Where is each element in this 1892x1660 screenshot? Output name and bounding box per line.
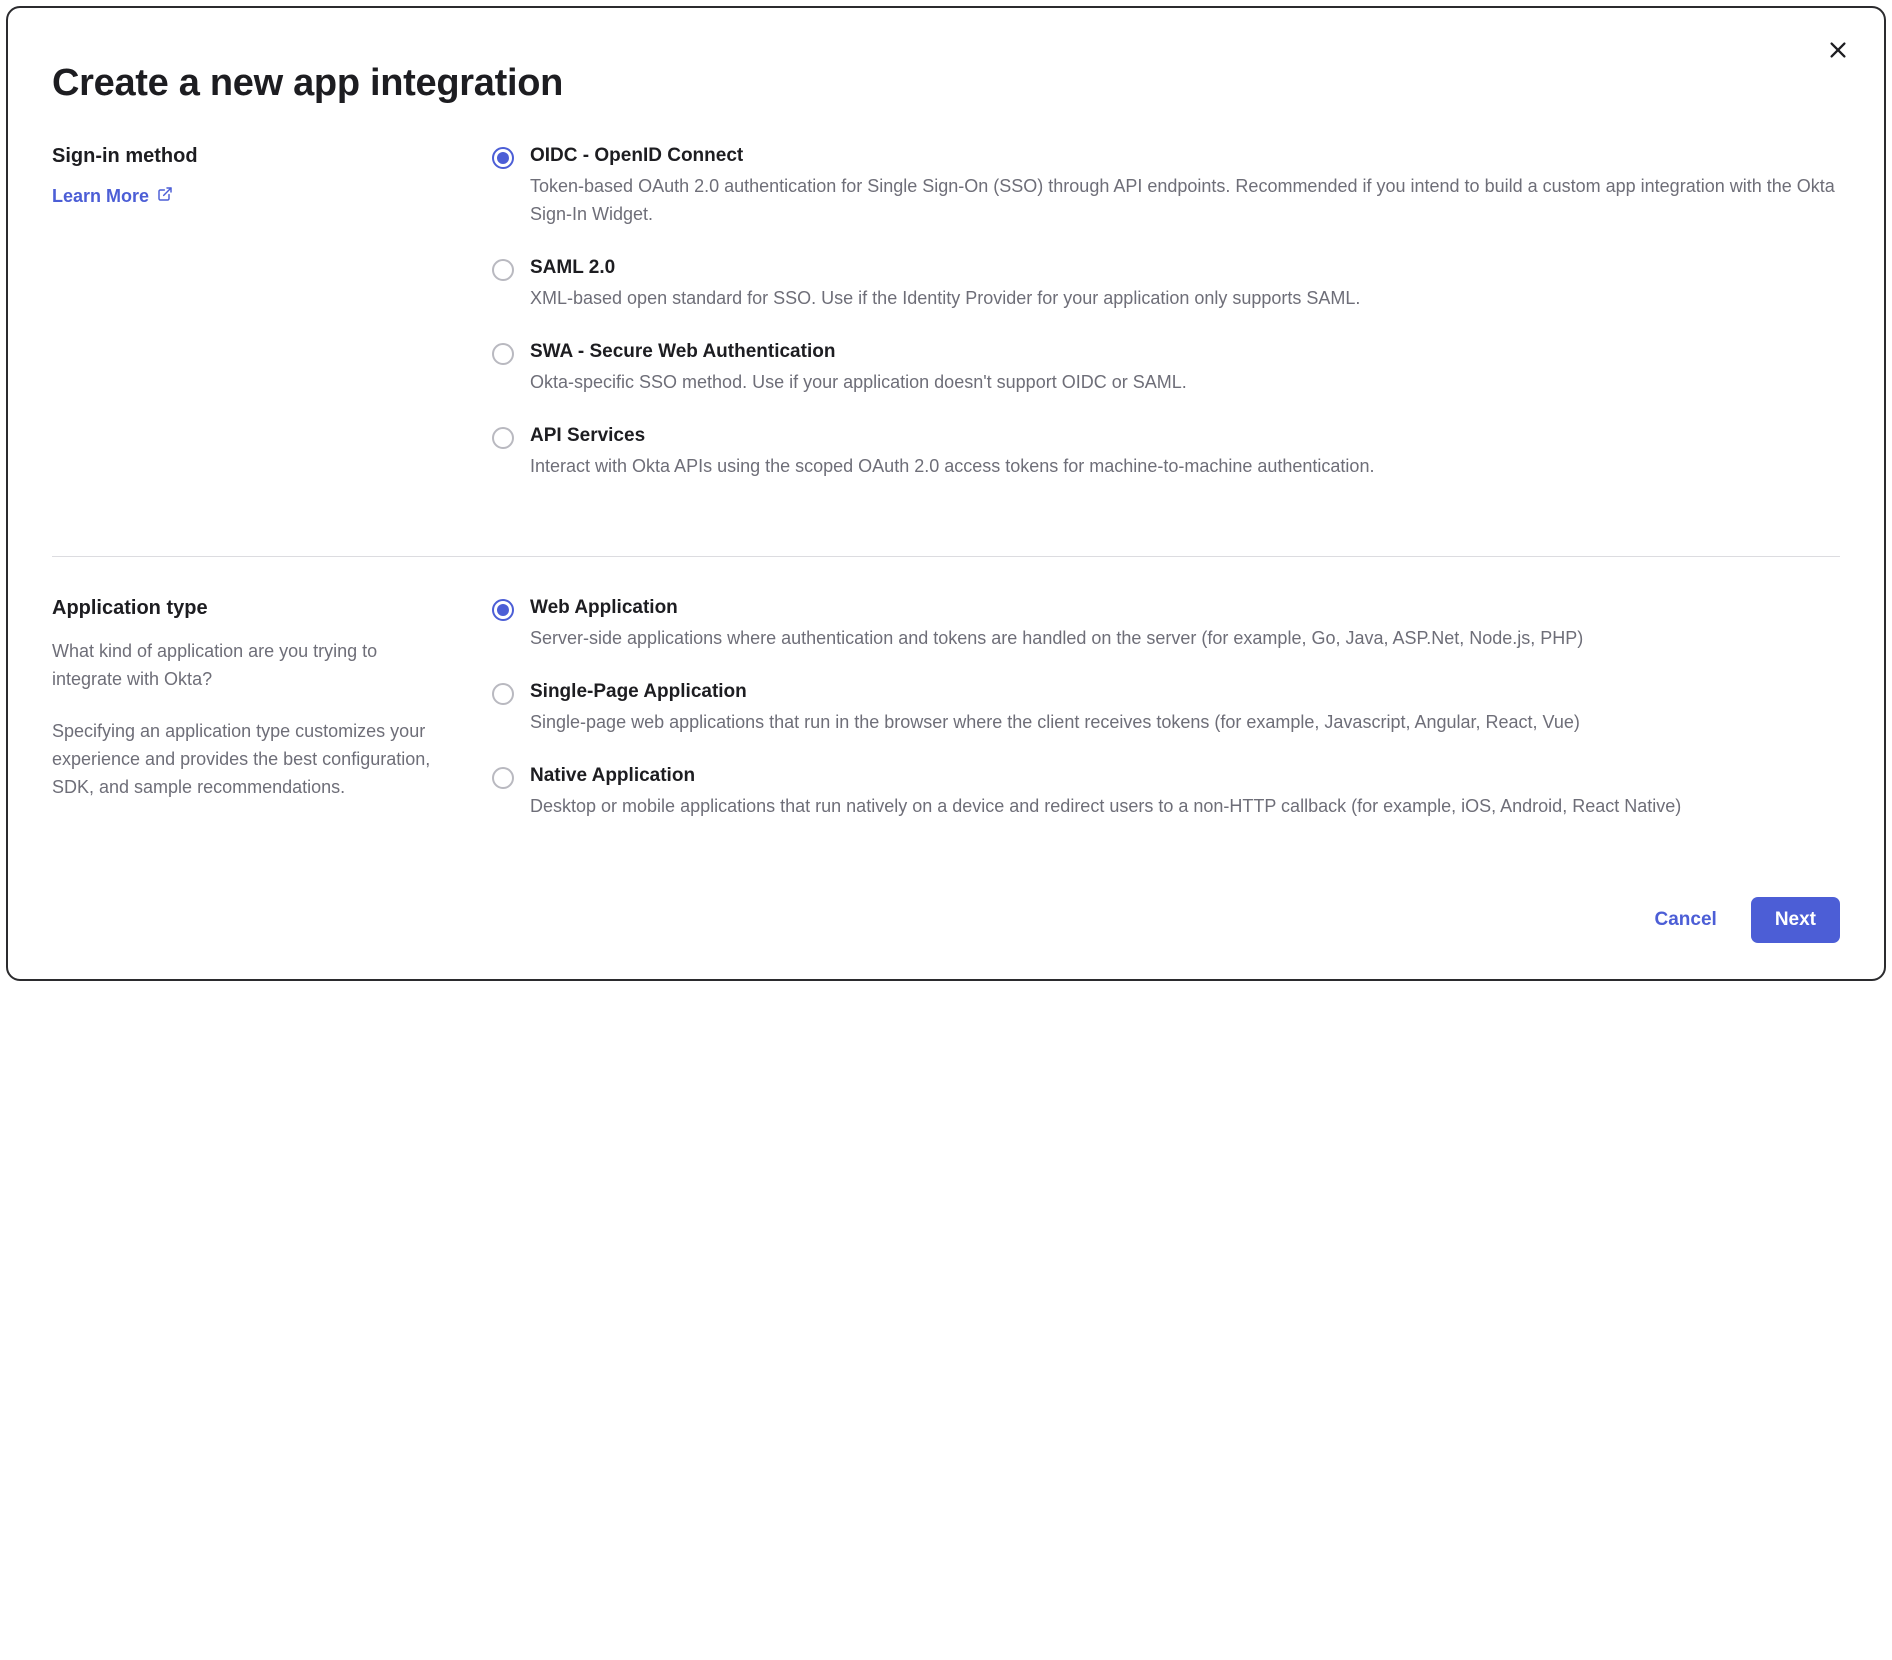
application-type-help-1: What kind of application are you trying … (52, 638, 452, 694)
app-type-option-web[interactable]: Web Application Server-side applications… (492, 597, 1840, 653)
create-app-integration-modal: Create a new app integration Sign-in met… (6, 6, 1886, 981)
radio-icon (492, 147, 514, 169)
option-description: Okta-specific SSO method. Use if your ap… (530, 369, 1840, 397)
section-divider (52, 556, 1840, 557)
option-description: Server-side applications where authentic… (530, 625, 1840, 653)
option-title: SWA - Secure Web Authentication (530, 341, 1840, 363)
app-type-option-spa[interactable]: Single-Page Application Single-page web … (492, 681, 1840, 737)
option-title: Web Application (530, 597, 1840, 619)
sign-in-option-saml[interactable]: SAML 2.0 XML-based open standard for SSO… (492, 257, 1840, 313)
sign-in-option-api-services[interactable]: API Services Interact with Okta APIs usi… (492, 425, 1840, 481)
modal-title: Create a new app integration (52, 62, 1840, 105)
radio-icon (492, 599, 514, 621)
option-description: XML-based open standard for SSO. Use if … (530, 285, 1840, 313)
sign-in-option-oidc[interactable]: OIDC - OpenID Connect Token-based OAuth … (492, 145, 1840, 229)
close-button[interactable] (1820, 34, 1856, 70)
application-type-options: Web Application Server-side applications… (492, 597, 1840, 849)
sign-in-method-options: OIDC - OpenID Connect Token-based OAuth … (492, 145, 1840, 508)
next-button[interactable]: Next (1751, 897, 1840, 943)
sign-in-option-swa[interactable]: SWA - Secure Web Authentication Okta-spe… (492, 341, 1840, 397)
sign-in-method-section: Sign-in method Learn More OIDC - OpenID … (52, 145, 1840, 508)
radio-icon (492, 683, 514, 705)
cancel-button[interactable]: Cancel (1649, 899, 1723, 941)
option-description: Desktop or mobile applications that run … (530, 793, 1840, 821)
option-title: Native Application (530, 765, 1840, 787)
radio-icon (492, 427, 514, 449)
radio-icon (492, 259, 514, 281)
option-title: API Services (530, 425, 1840, 447)
option-description: Interact with Okta APIs using the scoped… (530, 453, 1840, 481)
sign-in-method-heading: Sign-in method (52, 145, 452, 168)
learn-more-label: Learn More (52, 186, 149, 207)
app-type-option-native[interactable]: Native Application Desktop or mobile app… (492, 765, 1840, 821)
radio-icon (492, 343, 514, 365)
close-icon (1827, 39, 1849, 66)
application-type-heading: Application type (52, 597, 452, 620)
option-description: Token-based OAuth 2.0 authentication for… (530, 173, 1840, 229)
option-title: OIDC - OpenID Connect (530, 145, 1840, 167)
option-title: SAML 2.0 (530, 257, 1840, 279)
external-link-icon (157, 186, 173, 207)
application-type-help-2: Specifying an application type customize… (52, 718, 452, 802)
option-title: Single-Page Application (530, 681, 1840, 703)
option-description: Single-page web applications that run in… (530, 709, 1840, 737)
modal-footer: Cancel Next (52, 897, 1840, 943)
learn-more-link[interactable]: Learn More (52, 186, 173, 207)
radio-icon (492, 767, 514, 789)
application-type-section: Application type What kind of applicatio… (52, 597, 1840, 849)
